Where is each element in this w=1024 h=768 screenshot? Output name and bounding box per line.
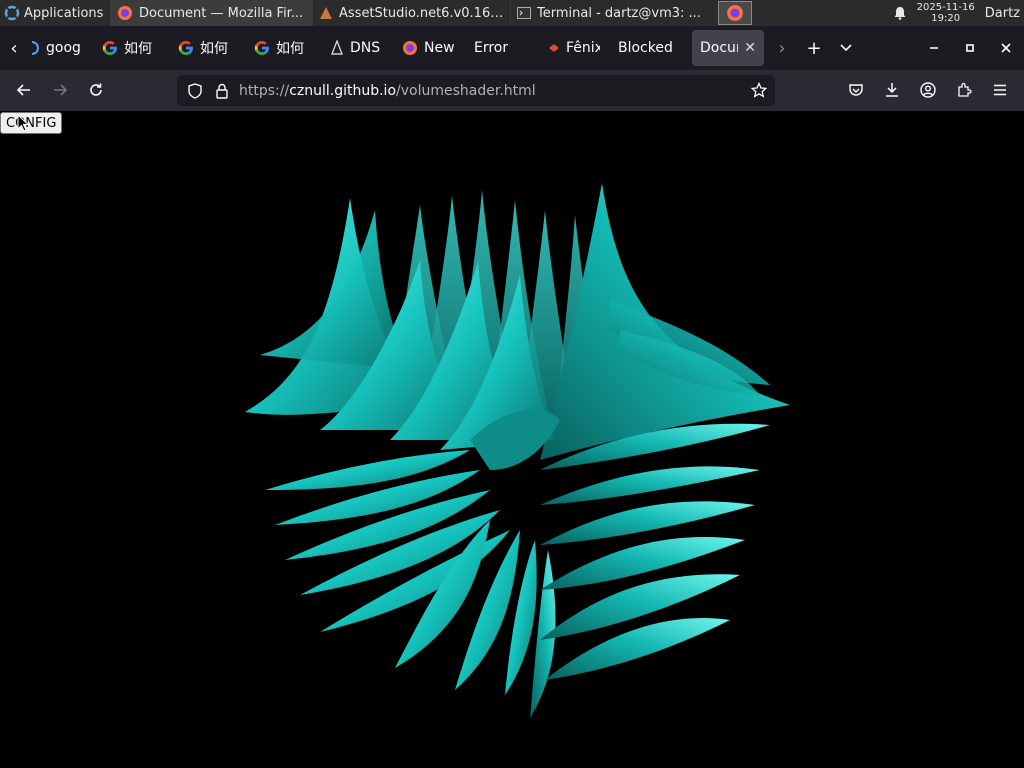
volume-shader-canvas[interactable]	[0, 111, 1024, 768]
google-icon	[102, 40, 118, 56]
url-scheme: https://	[239, 82, 290, 99]
applications-menu[interactable]: Applications ⋮	[0, 0, 110, 26]
list-all-tabs-button[interactable]	[830, 32, 862, 64]
chevron-down-icon	[840, 44, 852, 52]
applications-label: Applications	[24, 5, 104, 21]
firefox-launcher[interactable]	[718, 1, 752, 25]
close-icon	[1001, 43, 1011, 53]
clock-date: 2025-11-16	[916, 2, 975, 13]
puzzle-icon	[956, 82, 972, 98]
tab-fenix[interactable]: Fênix	[540, 30, 608, 66]
user-name[interactable]: Dartz	[985, 6, 1020, 21]
arrow-right-icon	[52, 82, 68, 98]
tab-google-2[interactable]: 如何	[94, 30, 170, 66]
fractal-shape	[245, 183, 790, 718]
hamburger-menu-icon	[993, 84, 1007, 96]
tab-error[interactable]: Error	[464, 30, 534, 66]
system-tray: 2025-11-16 19:20 Dartz	[893, 0, 1024, 26]
tab-label: Error	[474, 40, 509, 56]
app-menu-button[interactable]	[984, 74, 1016, 106]
shield-icon[interactable]	[185, 82, 205, 99]
pocket-icon	[848, 82, 864, 98]
tab-google[interactable]: goog	[28, 30, 88, 66]
tab-label: Blocked	[618, 40, 673, 56]
clock-time: 19:20	[931, 13, 961, 24]
notification-bell-icon[interactable]	[893, 6, 907, 20]
tab-label: goog	[46, 40, 80, 56]
url-bar[interactable]: https://cznull.github.io/volumeshader.ht…	[177, 75, 775, 106]
tab-scroll-right-button[interactable]: ›	[766, 32, 798, 64]
tab-document[interactable]: Docum ✕	[692, 30, 764, 66]
tab-google-3[interactable]: 如何	[170, 30, 246, 66]
tab-label: DNS	[350, 40, 381, 56]
taskbar-item-label: Document — Mozilla Fir...	[139, 5, 304, 21]
url-host: cznull.github.io	[289, 82, 397, 99]
tab-dns[interactable]: DNS	[322, 30, 394, 66]
tab-new[interactable]: New	[394, 30, 464, 66]
account-icon	[920, 82, 936, 98]
maximize-icon	[965, 43, 975, 53]
back-button[interactable]	[8, 74, 40, 106]
pocket-button[interactable]	[840, 74, 872, 106]
system-panel: Applications ⋮ Document — Mozilla Fir...…	[0, 0, 1024, 26]
tab-label: Fênix	[566, 40, 600, 56]
arrow-left-icon	[16, 82, 32, 98]
download-icon	[884, 82, 900, 98]
tab-strip: ‹ goog 如何 如何 如何 DNS New Error Fênix Bloc…	[0, 26, 1024, 70]
tab-label: Docum	[700, 40, 738, 56]
google-icon	[178, 40, 194, 56]
tab-label: 如何	[124, 41, 152, 57]
xfce-logo-icon	[4, 5, 20, 21]
terminal-icon	[517, 6, 531, 20]
firefox-icon	[117, 5, 133, 21]
app-icon	[319, 6, 333, 20]
taskbar-item-terminal[interactable]: Terminal - dartz@vm3: ...	[510, 0, 710, 26]
account-button[interactable]	[912, 74, 944, 106]
plus-icon: +	[806, 37, 822, 59]
lock-icon[interactable]	[213, 83, 231, 99]
chevron-left-icon: ‹	[10, 37, 18, 59]
minimize-window-button[interactable]	[916, 32, 952, 64]
chevron-right-icon: ›	[778, 37, 786, 59]
maximize-window-button[interactable]	[952, 32, 988, 64]
tab-label: 如何	[276, 41, 304, 57]
url-path: /volumeshader.html	[396, 82, 536, 99]
tab-label: 如何	[200, 41, 228, 57]
url-text[interactable]: https://cznull.github.io/volumeshader.ht…	[239, 83, 536, 99]
fenix-icon	[548, 42, 560, 54]
taskbar-item-assetstudio[interactable]: AssetStudio.net6.v0.16....	[312, 0, 510, 26]
firefox-icon	[402, 40, 418, 56]
forward-button[interactable]	[44, 74, 76, 106]
tab-label: New	[424, 40, 455, 56]
mouse-cursor-icon	[17, 114, 29, 132]
new-tab-button[interactable]: +	[798, 32, 830, 64]
bookmark-star-icon[interactable]	[751, 82, 767, 98]
tab-scroll-left-button[interactable]: ‹	[0, 32, 28, 64]
close-window-button[interactable]	[988, 32, 1024, 64]
tab-google-4[interactable]: 如何	[246, 30, 322, 66]
navigation-toolbar: https://cznull.github.io/volumeshader.ht…	[0, 70, 1024, 111]
taskbar-item-label: Terminal - dartz@vm3: ...	[537, 5, 701, 21]
tab-blocked[interactable]: Blocked	[608, 30, 690, 66]
minimize-icon	[929, 43, 939, 53]
config-button[interactable]: CONFIG	[0, 112, 63, 134]
reload-icon	[88, 82, 104, 98]
close-tab-icon[interactable]: ✕	[744, 40, 756, 56]
google-icon	[254, 40, 270, 56]
taskbar-item-firefox[interactable]: Document — Mozilla Fir...	[110, 0, 312, 26]
clock[interactable]: 2025-11-16 19:20	[917, 2, 975, 24]
downloads-button[interactable]	[876, 74, 908, 106]
firefox-icon	[726, 4, 744, 22]
reload-button[interactable]	[80, 74, 112, 106]
loading-icon	[30, 41, 40, 55]
taskbar-item-label: AssetStudio.net6.v0.16....	[339, 5, 504, 21]
page-content: CONFIG	[0, 111, 1024, 768]
extensions-button[interactable]	[948, 74, 980, 106]
dns-icon	[330, 40, 344, 56]
